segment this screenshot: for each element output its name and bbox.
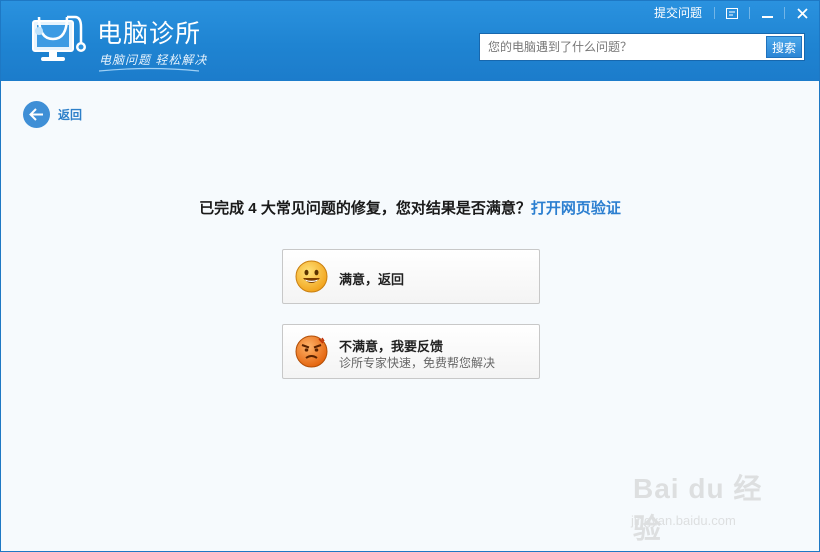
feedback-button[interactable] <box>715 1 749 25</box>
app-title: 电脑诊所 <box>97 19 202 48</box>
satisfied-label: 满意，返回 <box>339 272 405 287</box>
search-input[interactable] <box>480 34 764 60</box>
back-arrow-icon <box>23 101 50 128</box>
submit-question-link[interactable]: 提交问题 <box>642 1 714 25</box>
smiley-face-icon <box>295 260 328 293</box>
angry-face-icon <box>295 335 328 368</box>
minimize-icon <box>761 15 773 18</box>
unsatisfied-feedback-button[interactable]: 不满意，我要反馈 诊所专家快速，免费帮您解决 <box>282 324 540 379</box>
title-bar-controls: 提交问题 <box>642 1 819 25</box>
unsatisfied-sublabel: 诊所专家快速，免费帮您解决 <box>339 356 496 370</box>
back-button[interactable]: 返回 <box>23 101 82 128</box>
question-text: 已完成 4 大常见问题的修复，您对结果是否满意？ <box>199 200 531 217</box>
minimize-button[interactable] <box>750 1 784 25</box>
close-icon <box>796 7 808 19</box>
slogan-underline <box>98 67 200 72</box>
satisfied-return-button[interactable]: 满意，返回 <box>282 249 540 304</box>
header-bar: 电脑诊所 电脑问题 轻松解决 提交问题 您的电脑遇到了什么问题？ 搜索 <box>1 1 819 81</box>
search-box: 搜索 <box>479 33 805 61</box>
search-button[interactable]: 搜索 <box>766 36 802 58</box>
stethoscope-monitor-icon <box>32 15 86 61</box>
watermark-brand: Bai du 经验 <box>633 473 763 544</box>
verify-webpage-link[interactable]: 打开网页验证 <box>531 200 621 217</box>
watermark-url: jingyan.baidu.com <box>631 513 736 528</box>
baidu-jingyan-watermark: Bai du 经验 jingyan.baidu.com <box>621 461 791 544</box>
back-label: 返回 <box>58 108 83 122</box>
main-content: 返回 已完成 4 大常见问题的修复，您对结果是否满意？打开网页验证 满意，返回 <box>1 81 819 551</box>
feedback-icon <box>726 7 738 19</box>
unsatisfied-label: 不满意，我要反馈 <box>339 339 444 354</box>
close-button[interactable] <box>785 1 819 25</box>
app-slogan: 电脑问题 轻松解决 <box>99 53 208 67</box>
app-window: 电脑诊所 电脑问题 轻松解决 提交问题 您的电脑遇到了什么问题？ 搜索 返回 已… <box>0 0 820 552</box>
result-question: 已完成 4 大常见问题的修复，您对结果是否满意？打开网页验证 <box>1 197 819 218</box>
